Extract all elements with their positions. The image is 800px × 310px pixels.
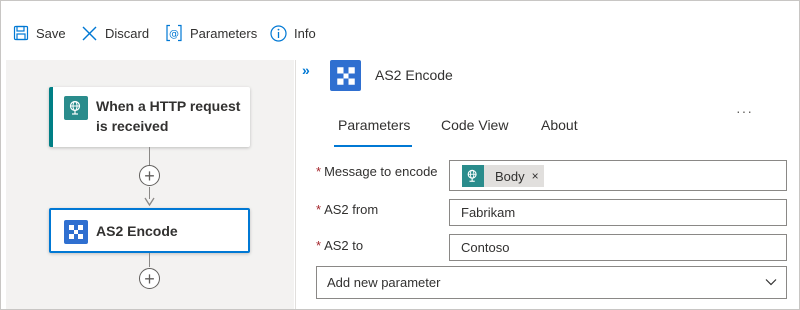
connector-line xyxy=(149,147,150,165)
parameters-icon: @ xyxy=(166,24,182,42)
required-mark: * xyxy=(316,164,322,179)
plus-circle-icon[interactable]: + xyxy=(139,268,160,289)
trigger-title-line1: When a HTTP request xyxy=(96,98,241,114)
required-mark: * xyxy=(316,202,322,217)
body-token-label: Body xyxy=(495,168,525,184)
toolbar: Save Discard @ Parameters Info xyxy=(1,1,799,59)
as2-to-field[interactable]: Contoso xyxy=(449,234,787,261)
parameters-button[interactable]: @ Parameters xyxy=(165,22,257,44)
connector-line xyxy=(149,253,150,267)
required-mark: * xyxy=(316,238,322,253)
trigger-title: When a HTTP request is received xyxy=(96,96,240,136)
info-button[interactable]: Info xyxy=(270,22,316,44)
trigger-card[interactable]: When a HTTP request is received xyxy=(49,87,250,147)
as2-from-text: AS2 from xyxy=(324,202,379,217)
trigger-title-line2: is received xyxy=(96,118,169,134)
panel-title: AS2 Encode xyxy=(375,67,453,83)
tab-parameters[interactable]: Parameters xyxy=(338,117,410,133)
save-icon xyxy=(13,25,29,41)
collapse-panel-button[interactable]: » xyxy=(302,62,318,78)
as2-encode-card[interactable]: AS2 Encode xyxy=(49,208,250,253)
panel-divider xyxy=(295,60,296,309)
as2-from-value: Fabrikam xyxy=(461,205,516,220)
as2-encode-icon xyxy=(64,220,88,244)
parameters-label: Parameters xyxy=(190,25,258,41)
discard-button[interactable]: Discard xyxy=(81,22,149,44)
as2-from-label: * AS2 from xyxy=(316,202,378,217)
info-icon xyxy=(270,24,287,42)
add-new-parameter-dropdown[interactable]: Add new parameter xyxy=(316,266,787,299)
as2-encode-icon xyxy=(330,60,361,91)
as2-to-text: AS2 to xyxy=(324,238,364,253)
svg-text:@: @ xyxy=(169,29,179,40)
save-label: Save xyxy=(36,25,66,41)
arrow-down-icon xyxy=(144,197,155,207)
designer-canvas[interactable]: When a HTTP request is received + AS2 En… xyxy=(6,60,294,309)
http-request-icon xyxy=(64,96,88,120)
message-to-encode-text: Message to encode xyxy=(324,164,438,179)
remove-token-button[interactable]: × xyxy=(532,169,539,183)
chevron-down-icon xyxy=(765,279,777,286)
tab-about[interactable]: About xyxy=(541,117,578,133)
body-token[interactable]: Body × xyxy=(462,165,544,187)
as2-to-value: Contoso xyxy=(461,240,510,255)
discard-label: Discard xyxy=(105,25,150,41)
message-to-encode-label: * Message to encode xyxy=(316,164,438,179)
tab-selected-indicator xyxy=(334,145,412,147)
save-button[interactable]: Save xyxy=(13,22,66,44)
as2-to-label: * AS2 to xyxy=(316,238,363,253)
as2-encode-title: AS2 Encode xyxy=(96,223,178,239)
http-request-icon xyxy=(462,165,484,187)
as2-from-field[interactable]: Fabrikam xyxy=(449,199,787,226)
plus-circle-icon[interactable]: + xyxy=(139,165,160,186)
info-label: Info xyxy=(294,25,316,41)
more-options-button[interactable]: ··· xyxy=(736,103,753,119)
close-icon xyxy=(82,26,97,40)
add-new-parameter-label: Add new parameter xyxy=(327,275,441,290)
message-to-encode-field[interactable]: Body × xyxy=(449,160,787,191)
tab-code-view[interactable]: Code View xyxy=(441,117,508,133)
